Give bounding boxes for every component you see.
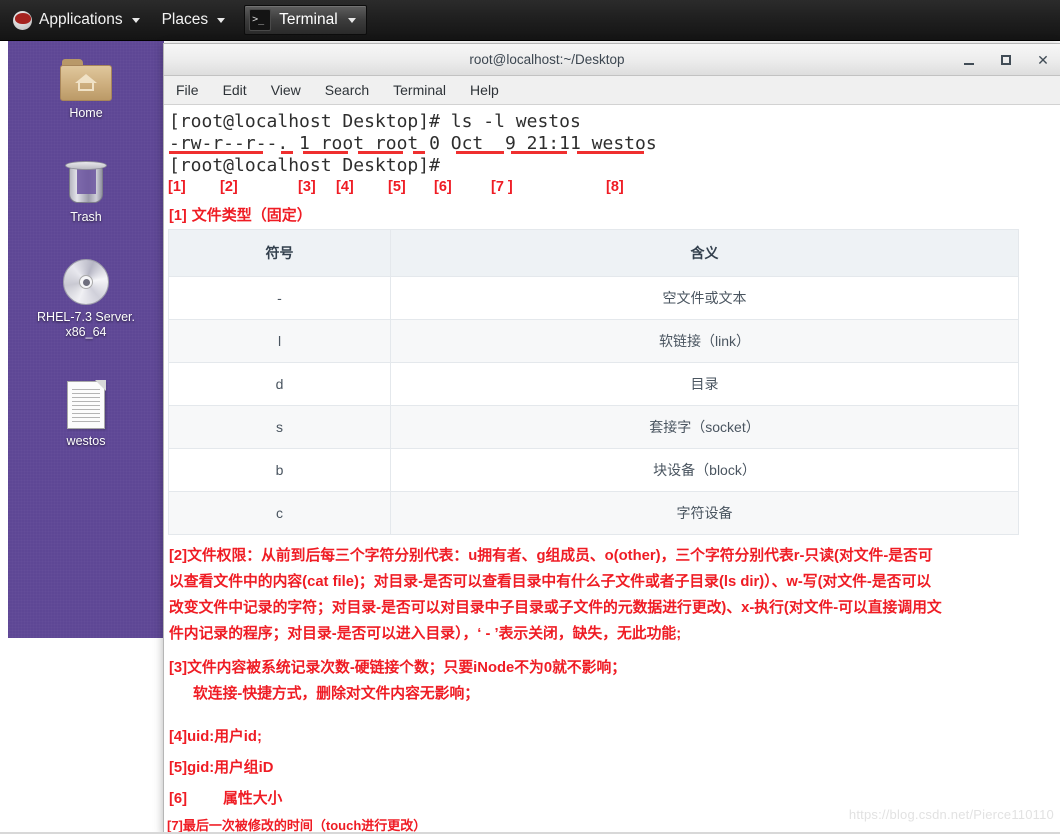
desktop-icon-westos[interactable]: westos (8, 380, 164, 449)
menu-item-file[interactable]: File (176, 82, 199, 98)
note-item-3-line-1: [3]文件内容被系统记录次数-硬链接个数；只要iNode不为0就不影响； (169, 660, 627, 676)
menu-item-view[interactable]: View (271, 82, 301, 98)
window-title: root@localhost:~/Desktop (469, 52, 625, 67)
applications-menu-label: Applications (39, 11, 123, 28)
cell-symbol: b (168, 448, 391, 492)
section-1-title: 文件类型（固定） (191, 207, 312, 224)
table-header-row: 符号 含义 (168, 229, 1019, 277)
desktop-icon-home-label: Home (69, 106, 103, 120)
table-row: l 软链接（link） (168, 319, 1019, 363)
note-item-2-line-2: 以查看文件中的内容(cat file)；对目录-是否可以查看目录中有什么子文件或… (169, 574, 932, 590)
marker-6: [6] (434, 179, 452, 195)
note-item-5: [5]gid:用户组iD (169, 760, 274, 776)
marker-8: [8] (606, 179, 624, 195)
chevron-down-icon (347, 17, 356, 23)
desktop-icon-westos-label: westos (66, 434, 106, 448)
table-row: - 空文件或文本 (168, 276, 1019, 320)
terminal-line-command: [root@localhost Desktop]# ls -l westos (169, 111, 581, 132)
terminal-window: root@localhost:~/Desktop ✕ File Edit Vie… (163, 43, 1060, 834)
cell-symbol: l (168, 319, 391, 363)
home-folder-icon (60, 59, 112, 101)
note-item-2-line-3: 改变文件中记录的字符；对目录-是否可以对目录中子目录或子文件的元数据进行更改)、… (169, 600, 942, 616)
note-item-2-line-4: 件内记录的程序；对目录-是否可以进入目录），‘ - ’表示关闭，缺失，无此功能; (169, 626, 682, 642)
marker-2: [2] (220, 179, 238, 195)
text-document-icon (67, 380, 106, 429)
cell-symbol: s (168, 405, 391, 449)
marker-7: [7 ] (491, 179, 513, 195)
window-controls: ✕ (960, 44, 1052, 76)
gnome-top-panel: Applications Places >_ Terminal (0, 0, 1060, 41)
redhat-logo-icon (13, 10, 32, 30)
terminal-icon: >_ (249, 9, 272, 31)
note-item-3-line-2: 软连接-快捷方式，删除对文件内容无影响； (193, 686, 480, 702)
menu-item-edit[interactable]: Edit (223, 82, 247, 98)
menu-item-terminal[interactable]: Terminal (393, 82, 446, 98)
terminal-content[interactable]: [root@localhost Desktop]# ls -l westos -… (164, 105, 1060, 834)
cell-meaning: 空文件或文本 (390, 276, 1019, 320)
table-header-meaning: 含义 (390, 229, 1019, 277)
annotation-markers: [1] [2] [3] [4] [5] [6] [7 ] [8] (166, 177, 1060, 201)
note-item-6-marker: [6] (169, 791, 188, 807)
note-item-6: [6] 属性大小 (166, 777, 1060, 808)
cell-meaning: 目录 (390, 362, 1019, 406)
terminal-line-prompt: [root@localhost Desktop]# (169, 155, 440, 176)
file-type-table: 符号 含义 - 空文件或文本 l 软链接（link） d 目录 s 套接字（so… (168, 229, 1019, 535)
cell-meaning: 套接字（socket） (390, 405, 1019, 449)
maximize-button[interactable] (997, 51, 1015, 69)
applications-menu[interactable]: Applications (0, 0, 151, 40)
places-menu[interactable]: Places (151, 0, 237, 40)
taskbar-item-terminal-label: Terminal (279, 11, 338, 28)
table-row: s 套接字（socket） (168, 405, 1019, 449)
note-item-4: [4]uid:用户id; (169, 729, 262, 745)
desktop-icon-rhel-iso-label-line1: RHEL-7.3 Server. (37, 310, 135, 324)
cd-disc-icon (63, 259, 109, 305)
desktop-icon-trash-label: Trash (70, 210, 102, 224)
cell-symbol: c (168, 491, 391, 535)
table-row: b 块设备（block） (168, 448, 1019, 492)
cell-symbol: - (168, 276, 391, 320)
table-row: d 目录 (168, 362, 1019, 406)
note-item-2-line-1: [2]文件权限：从前到后每三个字符分别代表：u拥有者、g组成员、o(other)… (169, 548, 933, 564)
menu-item-search[interactable]: Search (325, 82, 369, 98)
desktop-icon-rhel-iso[interactable]: RHEL-7.3 Server. x86_64 (8, 259, 164, 340)
table-header-symbol: 符号 (168, 229, 391, 277)
cell-meaning: 字符设备 (390, 491, 1019, 535)
section-1-marker: [1] (169, 208, 187, 224)
screen: Applications Places >_ Terminal Home Tra… (0, 0, 1060, 834)
menu-item-help[interactable]: Help (470, 82, 499, 98)
chevron-down-icon (131, 17, 140, 23)
note-item-6-text: 属性大小 (223, 791, 283, 807)
desktop-area[interactable]: Home Trash RHEL-7.3 Server. x86_64 westo… (8, 41, 164, 638)
minimize-button[interactable] (960, 51, 978, 69)
trash-can-icon (65, 159, 107, 205)
places-menu-label: Places (161, 11, 209, 28)
table-row: c 字符设备 (168, 491, 1019, 535)
marker-5: [5] (388, 179, 406, 195)
note-item-3: [3]文件内容被系统记录次数-硬链接个数；只要iNode不为0就不影响； 软连接… (166, 647, 1060, 707)
marker-4: [4] (336, 179, 354, 195)
menu-bar: File Edit View Search Terminal Help (164, 76, 1060, 105)
chevron-down-icon (217, 17, 226, 23)
desktop-icon-rhel-iso-label-line2: x86_64 (65, 325, 107, 339)
cell-symbol: d (168, 362, 391, 406)
marker-3: [3] (298, 179, 316, 195)
watermark: https://blog.csdn.net/Pierce110110 (848, 807, 1054, 822)
taskbar-item-terminal[interactable]: >_ Terminal (244, 5, 367, 35)
cell-meaning: 软链接（link） (390, 319, 1019, 363)
note-item-2: [2]文件权限：从前到后每三个字符分别代表：u拥有者、g组成员、o(other)… (166, 535, 1060, 647)
cell-meaning: 块设备（block） (390, 448, 1019, 492)
desktop-icon-trash[interactable]: Trash (8, 159, 164, 225)
window-titlebar[interactable]: root@localhost:~/Desktop ✕ (164, 44, 1060, 76)
marker-1: [1] (168, 179, 186, 195)
section-1-heading: [1] 文件类型（固定） (166, 201, 1060, 229)
close-button[interactable]: ✕ (1034, 51, 1052, 69)
desktop-icon-home[interactable]: Home (8, 59, 164, 121)
